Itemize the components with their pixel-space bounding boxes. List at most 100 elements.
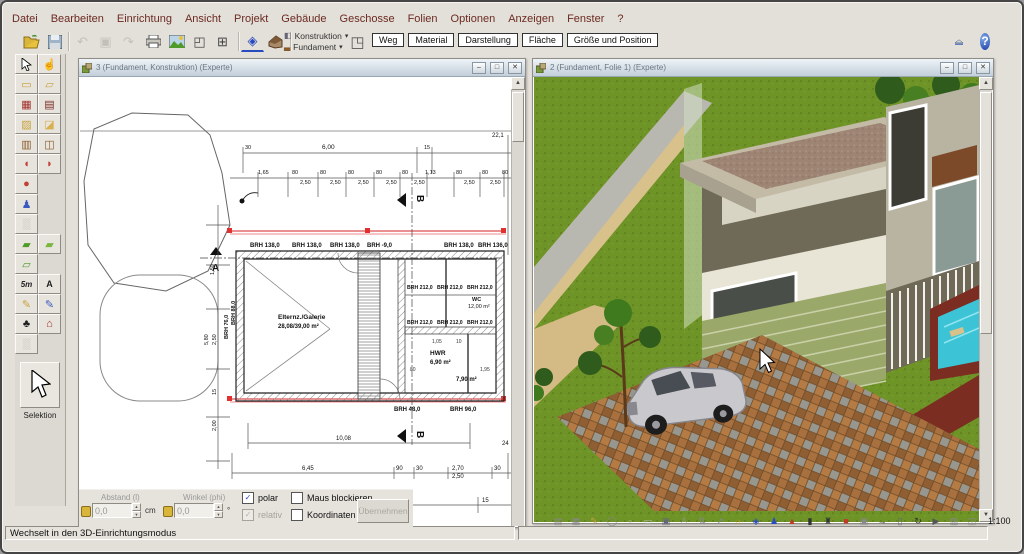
menu-projekt[interactable]: Projekt (234, 13, 268, 29)
furniture-tool-button[interactable]: ▥ (15, 134, 38, 154)
arrows-icon[interactable]: ⇅ (694, 515, 710, 528)
building-tool-button[interactable]: ⌂ (38, 314, 61, 334)
figure-icon[interactable]: ♙ (676, 515, 692, 528)
office-chair-tool-button[interactable]: ♟ (15, 194, 38, 214)
undo-button[interactable]: ↶ (71, 31, 94, 52)
window-tool-button[interactable]: ▦ (15, 94, 38, 114)
area-tool-button[interactable]: ▱ (15, 254, 38, 274)
menu-geschosse[interactable]: Geschosse (340, 13, 395, 29)
hatch-icon[interactable]: ▨ (946, 515, 962, 528)
monitor-icon[interactable]: ▣ (658, 515, 674, 528)
lock-icon[interactable] (163, 506, 173, 517)
armchair-tool-button[interactable]: ◗ (38, 154, 61, 174)
menu-optionen[interactable]: Optionen (451, 13, 496, 29)
tower-icon[interactable]: ♜ (820, 515, 836, 528)
view3d-canvas[interactable] (534, 77, 979, 522)
terrain-2-tool-button[interactable]: ▰ (38, 234, 61, 254)
image-export-button[interactable] (165, 31, 188, 52)
list-icon[interactable]: ▤ (550, 515, 566, 528)
plants-tool-button[interactable]: ♣ (15, 314, 38, 334)
hand-tool-button[interactable]: ☝ (38, 54, 61, 74)
ruler-icon[interactable]: ▯ (892, 515, 908, 528)
view3d-vertical-scrollbar[interactable]: ▲ ▼ (979, 77, 993, 522)
door-tool-button[interactable]: ▤ (38, 94, 61, 114)
menu-anzeigen[interactable]: Anzeigen (508, 13, 554, 29)
menu-ansicht[interactable]: Ansicht (185, 13, 221, 29)
winkel-stepper[interactable]: ▲ ▼ (214, 503, 223, 518)
window-icon[interactable]: ▣ (856, 515, 872, 528)
scroll-up-arrow[interactable]: ▲ (511, 77, 525, 90)
disabled-tool-button[interactable]: ▒ (15, 214, 38, 234)
pen-tool-button[interactable]: ✎ (38, 294, 61, 314)
abstand-input[interactable] (92, 503, 132, 518)
cabinet-tool-button[interactable]: ◫ (38, 134, 61, 154)
selektion-button[interactable] (20, 362, 60, 408)
menu-gebaeude[interactable]: Gebäude (281, 13, 326, 29)
play-icon[interactable]: ▶ (928, 515, 944, 528)
open-button[interactable] (20, 31, 43, 52)
catalog-button[interactable] (948, 31, 970, 51)
minimize-button[interactable]: – (940, 61, 954, 74)
menu-folien[interactable]: Folien (408, 13, 438, 29)
compass-icon[interactable]: ◈ (748, 515, 764, 528)
zoom-window-button[interactable]: ◰ (188, 31, 211, 52)
select-tool-button[interactable] (15, 54, 38, 74)
menu-datei[interactable]: Datei (12, 13, 38, 29)
print-button[interactable] (142, 31, 165, 52)
refresh-icon[interactable]: ↻ (910, 515, 926, 528)
menu-einrichtung[interactable]: Einrichtung (117, 13, 172, 29)
uebernehmen-button[interactable]: Übernehmen (357, 499, 409, 523)
polar-checkbox[interactable]: ✓ polar (242, 492, 278, 504)
wall-tool-button[interactable]: ▭ (15, 74, 38, 94)
save-button[interactable] (43, 31, 66, 52)
relativ-checkbox[interactable]: ✓ relativ (242, 509, 282, 521)
arrow-right-icon[interactable]: → (874, 515, 890, 528)
close-button[interactable]: ✕ (976, 61, 990, 74)
redo-button[interactable]: ↷ (117, 31, 140, 52)
arrow-ne-icon[interactable]: ↗ (712, 515, 728, 528)
roof-icon[interactable]: ▲ (784, 515, 800, 528)
column-icon[interactable]: ▮ (802, 515, 818, 528)
maximize-button[interactable]: □ (958, 61, 972, 74)
person-icon[interactable]: ♟ (766, 515, 782, 528)
scroll-thumb[interactable] (980, 92, 992, 334)
help-button[interactable]: ? (974, 31, 996, 51)
tab-groesse-position[interactable]: Größe und Position (566, 33, 659, 47)
camera-button[interactable]: ▣ (94, 31, 117, 52)
abstand-stepper[interactable]: ▲ ▼ (132, 503, 141, 518)
mode-3d-button[interactable]: ◈ (241, 31, 264, 52)
plan-canvas[interactable]: 6,00 30 15 22,1 1,65 80 80 80 80 80 1,13… (80, 77, 512, 526)
menu-bearbeiten[interactable]: Bearbeiten (51, 13, 104, 29)
close-button[interactable]: ✕ (508, 61, 522, 74)
view3d-window-titlebar[interactable]: 2 (Fundament, Folie 1) (Experte) – □ ✕ (533, 59, 993, 77)
box-icon[interactable]: ▭ (640, 515, 656, 528)
sofa-tool-button[interactable]: ◖ (15, 154, 38, 174)
paint-tool-button[interactable]: ✎ (15, 294, 38, 314)
text-tool-button[interactable]: A (38, 274, 61, 294)
tab-material[interactable]: Material (408, 33, 455, 47)
scroll-thumb[interactable] (512, 92, 524, 142)
wall-2-tool-button[interactable]: ▱ (38, 74, 61, 94)
minimize-button[interactable]: – (472, 61, 486, 74)
fit-view-button[interactable]: ⊞ (211, 31, 234, 52)
winkel-input[interactable] (174, 503, 214, 518)
red-cube-icon[interactable]: ■ (838, 515, 854, 528)
tab-flaeche[interactable]: Fläche (521, 33, 563, 47)
tab-weg[interactable]: Weg (372, 33, 405, 47)
circle-icon[interactable]: ◯ (604, 515, 620, 528)
mode-button[interactable]: ◳ (346, 31, 369, 52)
ceiling-tool-button[interactable]: ◪ (38, 114, 61, 134)
plan-window-titlebar[interactable]: 3 (Fundament, Konstruktion) (Experte) – … (79, 59, 525, 77)
menu-fenster[interactable]: Fenster (567, 13, 604, 29)
maximize-button[interactable]: □ (490, 61, 504, 74)
lock-icon[interactable] (81, 506, 91, 517)
panel-icon[interactable]: ◫ (964, 515, 980, 528)
tab-darstellung[interactable]: Darstellung (458, 33, 518, 47)
pencil-icon[interactable]: ✎ (586, 515, 602, 528)
menu-hilfe[interactable]: ? (617, 13, 623, 29)
disabled-2-tool-button[interactable]: ▒ (15, 334, 38, 354)
grid-icon[interactable]: ▦ (568, 515, 584, 528)
terrain-tool-button[interactable]: ▰ (15, 234, 38, 254)
small-box-icon[interactable]: ▫ (622, 515, 638, 528)
plan-vertical-scrollbar[interactable]: ▲ (511, 77, 525, 526)
